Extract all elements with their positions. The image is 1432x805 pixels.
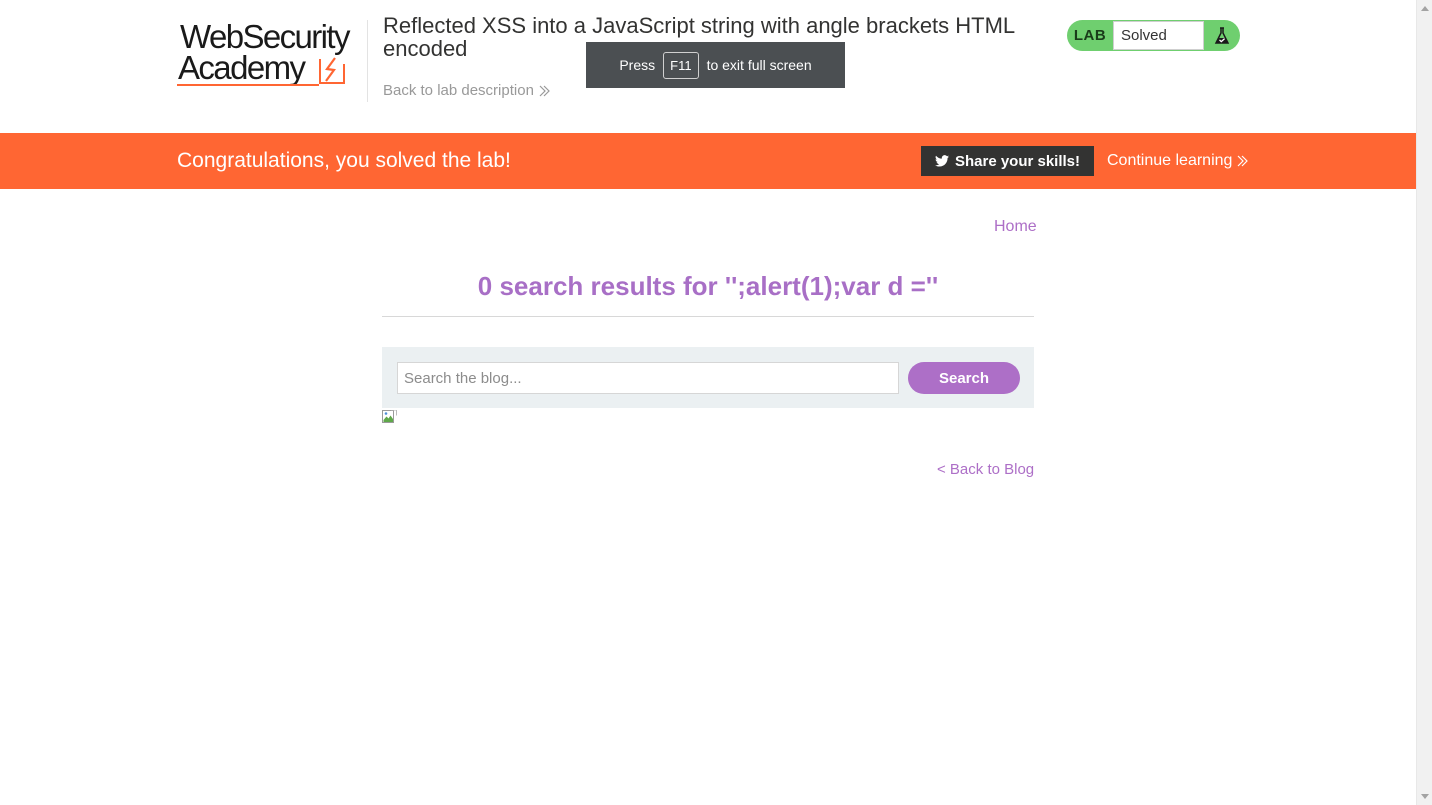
- double-chevron-right-icon: [538, 85, 550, 97]
- logo-text-line2: Academy: [178, 49, 306, 86]
- back-to-lab-description-label: Back to lab description: [383, 82, 534, 99]
- lab-status-widget: LAB Solved: [1067, 20, 1240, 51]
- continue-learning-label: Continue learning: [1107, 152, 1233, 169]
- scroll-down-arrow-icon[interactable]: [1421, 794, 1429, 799]
- logo-lightning-icon: [319, 57, 345, 84]
- search-results-heading: 0 search results for '';alert(1);var d =…: [477, 271, 939, 301]
- back-to-lab-description-link[interactable]: Back to lab description: [383, 82, 550, 99]
- solved-banner: Congratulations, you solved the lab! Sha…: [0, 133, 1416, 189]
- double-chevron-right-icon: [1236, 155, 1249, 167]
- web-security-academy-logo[interactable]: WebSecurity Academy: [177, 18, 367, 90]
- blog-search-form: Search: [382, 347, 1034, 408]
- congratulations-message: Congratulations, you solved the lab!: [177, 149, 511, 172]
- home-link[interactable]: Home: [994, 218, 1037, 236]
- search-input[interactable]: [397, 362, 899, 394]
- back-to-blog-link[interactable]: < Back to Blog: [937, 461, 1034, 478]
- lab-status-value: Solved: [1113, 21, 1204, 50]
- header-divider: [367, 20, 368, 102]
- lab-status-label: LAB: [1073, 27, 1107, 44]
- scroll-up-arrow-icon[interactable]: [1421, 6, 1429, 11]
- twitter-icon: [934, 155, 949, 167]
- toast-suffix: to exit full screen: [706, 57, 812, 73]
- toast-prefix: Press: [619, 57, 656, 73]
- share-skills-label: Share your skills!: [954, 152, 1081, 170]
- toast-key: F11: [663, 51, 699, 79]
- vertical-scrollbar[interactable]: [1416, 0, 1432, 805]
- search-button[interactable]: Search: [908, 362, 1020, 394]
- heading-divider: [382, 316, 1034, 317]
- flask-icon: [1204, 20, 1240, 51]
- continue-learning-link[interactable]: Continue learning: [1107, 152, 1249, 170]
- fullscreen-toast: Press F11 to exit full screen: [586, 42, 845, 88]
- broken-image-icon: [382, 409, 397, 424]
- logo-underline: [177, 84, 319, 86]
- share-skills-button[interactable]: Share your skills!: [921, 146, 1094, 176]
